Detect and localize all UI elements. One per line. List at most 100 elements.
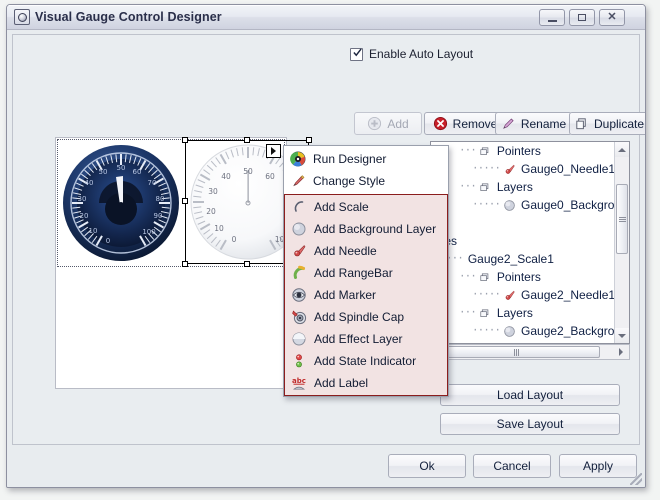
- titlebar-highlight: [7, 5, 645, 6]
- rangebar-icon: [293, 265, 305, 279]
- scroll-right-button[interactable]: [614, 346, 628, 358]
- tree-horizontal-scrollbar[interactable]: [430, 344, 630, 360]
- menu-item-run-designer[interactable]: Run Designer: [284, 148, 448, 170]
- menu-item-add-effect-layer[interactable]: Add Effect Layer: [285, 328, 447, 350]
- tree-horizontal-scroll-thumb[interactable]: [432, 346, 600, 358]
- svg-text:30: 30: [208, 187, 218, 196]
- load-layout-label: Load Layout: [496, 388, 564, 402]
- scroll-down-button[interactable]: [615, 328, 629, 343]
- tree-node[interactable]: ··· Layers: [431, 178, 614, 196]
- needle-icon: [294, 245, 306, 257]
- gauge-context-menu[interactable]: Run Designer Change Style Add Scale Add Ba…: [283, 145, 449, 397]
- menu-item-add-label[interactable]: abc Add Label: [285, 372, 447, 394]
- menu-item-label: Add Background Layer: [314, 222, 437, 236]
- menu-item-label: Change Style: [313, 174, 386, 188]
- tree-node[interactable]: ····· Gauge0_Needle1: [431, 160, 614, 178]
- scale-arc-icon: [294, 201, 304, 212]
- remove-circle-icon: [433, 116, 447, 131]
- ok-button-label: Ok: [419, 459, 435, 473]
- window-title: Visual Gauge Control Designer: [35, 10, 222, 24]
- svg-text:70: 70: [148, 179, 157, 187]
- gauge-element-tree[interactable]: ··· Pointers ····· Gauge0_Needle1 ··· Layers ·…: [430, 141, 630, 344]
- add-button[interactable]: Add: [354, 112, 422, 135]
- context-menu-top-group: Run Designer Change Style: [284, 146, 448, 194]
- tree-node[interactable]: uges: [431, 340, 614, 343]
- remove-button-label: Remove: [452, 116, 498, 131]
- resize-grip-icon[interactable]: [630, 473, 642, 485]
- svg-text:40: 40: [85, 179, 94, 187]
- auto-layout-label: Enable Auto Layout: [369, 47, 474, 61]
- menu-item-label: Run Designer: [313, 152, 387, 166]
- tree-connector: ·····: [472, 289, 501, 301]
- menu-item-label: Add Marker: [314, 288, 377, 302]
- svg-text:90: 90: [154, 212, 163, 220]
- resize-handle-w[interactable]: [182, 198, 188, 204]
- menu-item-label: Add RangeBar: [314, 266, 393, 280]
- tree-node[interactable]: ····· Gauge0_BackgroundLayer1: [431, 196, 614, 214]
- cancel-button-label: Cancel: [493, 459, 531, 473]
- tree-node[interactable]: ··· Pointers: [431, 268, 614, 286]
- remove-button[interactable]: Remove: [424, 112, 506, 135]
- menu-item-add-background-layer[interactable]: Add Background Layer: [285, 218, 447, 240]
- tree-connector: ···: [459, 307, 477, 319]
- menu-item-add-spindle-cap[interactable]: Add Spindle Cap: [285, 306, 447, 328]
- svg-text:10: 10: [89, 227, 98, 235]
- gauge-app-icon-dial: [17, 12, 27, 22]
- title-bar[interactable]: Visual Gauge Control Designer ✕: [7, 5, 645, 30]
- menu-item-add-marker[interactable]: Add Marker: [285, 284, 447, 306]
- menu-item-label: Add State Indicator: [314, 354, 417, 368]
- load-layout-button[interactable]: Load Layout: [440, 384, 620, 406]
- menu-item-add-scale[interactable]: Add Scale: [285, 196, 447, 218]
- rename-button[interactable]: Rename: [495, 112, 572, 135]
- save-layout-button[interactable]: Save Layout: [440, 413, 620, 435]
- svg-text:40: 40: [221, 172, 231, 181]
- scroll-up-button[interactable]: [615, 142, 629, 157]
- dark-circular-gauge[interactable]: 0 10 20 30 40 50 50 60 70 80 90 100: [61, 143, 181, 263]
- resize-handle-nw[interactable]: [182, 137, 188, 143]
- resize-handle-s[interactable]: [244, 261, 250, 267]
- svg-text:50: 50: [99, 168, 108, 176]
- tree-node[interactable]: 2: [431, 214, 614, 232]
- add-circle-icon: [368, 116, 382, 131]
- tree-node-label: Gauge0_Needle1: [521, 162, 614, 176]
- abc-label-icon: abc: [292, 377, 306, 390]
- tree-node[interactable]: ··· Pointers: [431, 142, 614, 160]
- menu-item-add-needle[interactable]: Add Needle: [285, 240, 447, 262]
- tree-node[interactable]: ··· Gauge2_Scale1: [431, 250, 614, 268]
- tree-node[interactable]: ··· Layers: [431, 304, 614, 322]
- minimize-icon: [547, 19, 557, 22]
- tree-connector: ···: [459, 181, 477, 193]
- dialog-button-bar: Ok Cancel Apply: [7, 445, 645, 487]
- content-pane: Enable Auto Layout Add Remove Rename Dup…: [12, 34, 645, 445]
- save-layout-label: Save Layout: [496, 417, 564, 431]
- ok-button[interactable]: Ok: [388, 454, 466, 478]
- tree-vertical-scroll-thumb[interactable]: [616, 184, 628, 254]
- minimize-button[interactable]: [539, 9, 565, 26]
- smart-tag-triangle: [271, 147, 276, 155]
- tree-node[interactable]: ····· Gauge2_Needle1: [431, 286, 614, 304]
- apply-button[interactable]: Apply: [559, 454, 637, 478]
- maximize-icon: [578, 14, 586, 21]
- copy-icon: [576, 118, 586, 130]
- needle-icon: [505, 164, 515, 174]
- tree-node-label: Pointers: [496, 270, 541, 284]
- maximize-button[interactable]: [569, 9, 595, 26]
- tree-connector: ·····: [472, 325, 501, 337]
- tree-vertical-scrollbar[interactable]: [614, 142, 629, 343]
- tree-node[interactable]: ····· Gauge2_BackgroundLayer1: [431, 322, 614, 340]
- tree-node[interactable]: ales: [431, 232, 614, 250]
- auto-layout-checkbox[interactable]: [350, 47, 363, 61]
- tree-nodes-container: ··· Pointers ····· Gauge0_Needle1 ··· Layers ·…: [431, 142, 614, 343]
- menu-item-change-style[interactable]: Change Style: [284, 170, 448, 192]
- close-button[interactable]: ✕: [599, 9, 625, 26]
- cancel-button[interactable]: Cancel: [473, 454, 551, 478]
- duplicate-button[interactable]: Duplicate: [569, 112, 645, 135]
- chevron-up-icon: [618, 147, 626, 152]
- menu-item-add-rangebar[interactable]: Add RangeBar: [285, 262, 447, 284]
- resize-handle-sw[interactable]: [182, 261, 188, 267]
- apply-button-label: Apply: [582, 459, 614, 473]
- menu-item-add-state-indicator[interactable]: Add State Indicator: [285, 350, 447, 372]
- auto-layout-row[interactable]: Enable Auto Layout: [350, 47, 473, 61]
- smart-tag-arrow-icon[interactable]: [266, 144, 281, 158]
- svg-text:30: 30: [78, 195, 87, 203]
